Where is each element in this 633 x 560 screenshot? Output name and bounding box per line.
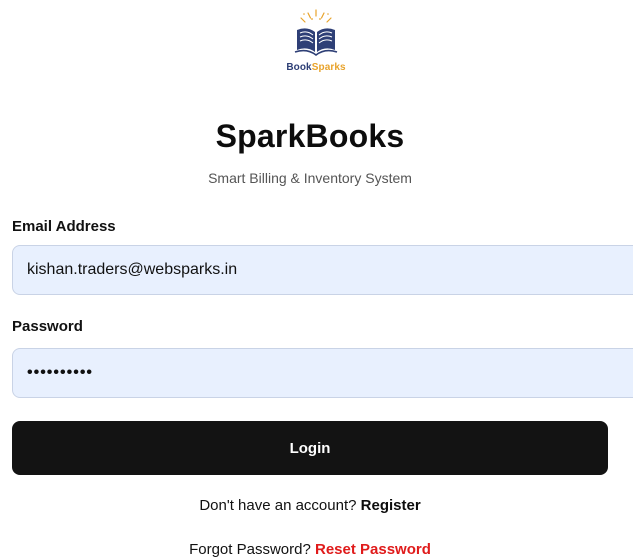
email-field[interactable] xyxy=(12,245,633,295)
register-link[interactable]: Register xyxy=(361,497,421,514)
reset-prompt-text: Forgot Password? xyxy=(189,541,311,558)
password-field[interactable] xyxy=(12,348,633,398)
login-button[interactable]: Login xyxy=(12,421,608,475)
brand-logo: BookSparks xyxy=(264,0,368,92)
logo-wordmark: BookSparks xyxy=(286,62,345,73)
password-label: Password xyxy=(12,318,83,335)
reset-prompt-line: Forgot Password? Reset Password xyxy=(0,541,620,558)
open-book-icon xyxy=(294,9,338,57)
email-label: Email Address xyxy=(12,218,116,235)
logo-wordmark-part1: Book xyxy=(286,62,312,73)
app-title: SparkBooks xyxy=(215,118,405,154)
register-prompt-text: Don't have an account? xyxy=(199,497,357,514)
register-prompt-line: Don't have an account? Register xyxy=(0,497,620,514)
reset-password-link[interactable]: Reset Password xyxy=(315,541,431,558)
app-subtitle: Smart Billing & Inventory System xyxy=(208,170,412,186)
logo-wordmark-part2: Sparks xyxy=(311,62,346,73)
